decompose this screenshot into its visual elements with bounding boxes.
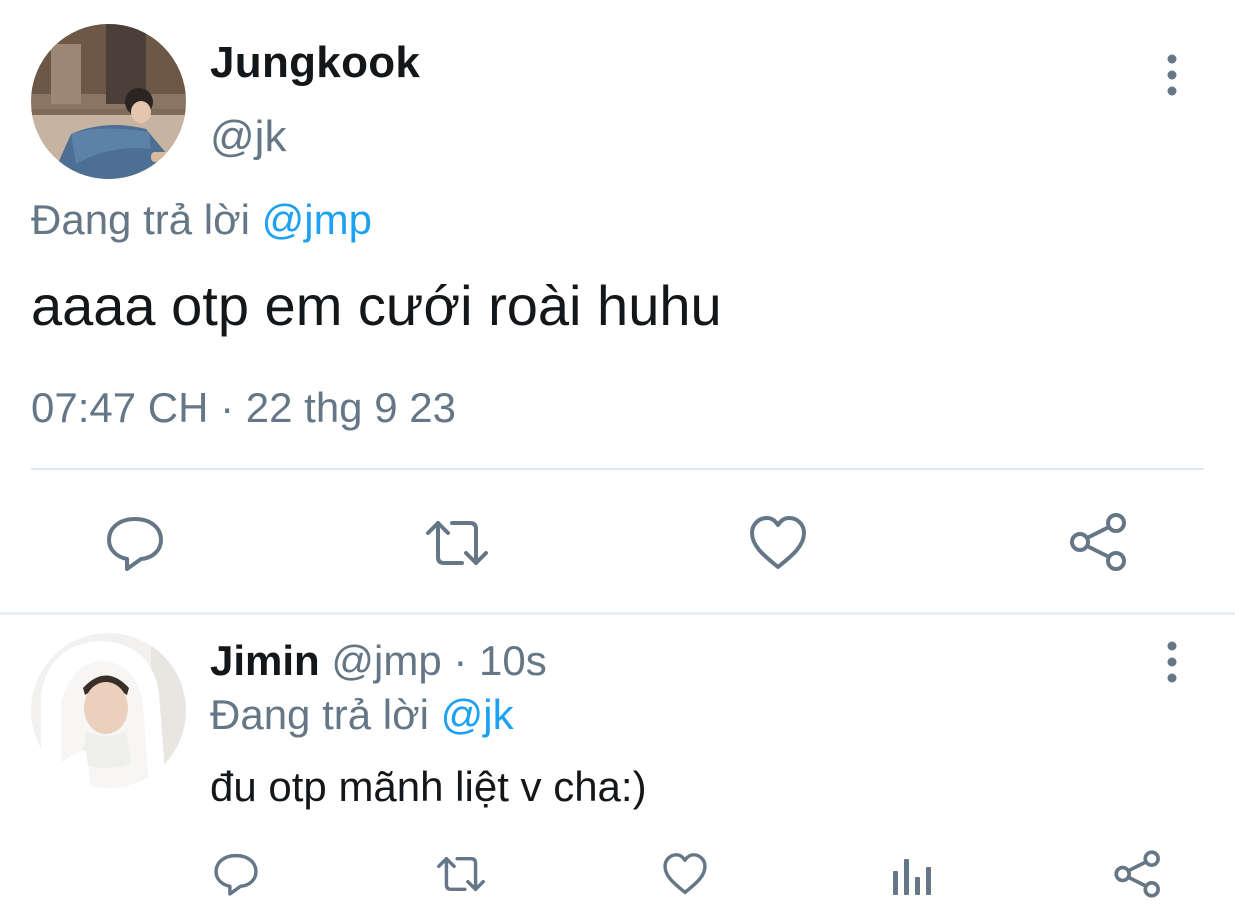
stats-icon[interactable] xyxy=(890,853,934,897)
author-display-name[interactable]: Jimin xyxy=(210,637,320,684)
replying-to-label: Đang trả lời xyxy=(210,691,441,738)
replying-to-line: Đang trả lời @jmp xyxy=(31,196,372,244)
reply-tweet: Jimin @jmp · 10s Đang trả lời @jk đu otp… xyxy=(0,615,1235,924)
reply-icon[interactable] xyxy=(213,851,259,897)
share-icon[interactable] xyxy=(1068,511,1130,573)
more-options-icon[interactable] xyxy=(1160,52,1184,98)
reply-header: Jimin @jmp · 10s xyxy=(210,637,547,685)
share-icon[interactable] xyxy=(1113,849,1163,899)
divider xyxy=(31,468,1204,470)
replying-to-mention[interactable]: @jmp xyxy=(262,196,372,243)
retweet-icon[interactable] xyxy=(434,851,488,897)
meta-separator: · xyxy=(441,637,480,684)
tweet-time: 07:47 CH xyxy=(31,384,209,431)
tweet-thread-view: Jungkook @jk Đang trả lời @jmp aaaa otp … xyxy=(0,0,1235,924)
tweet-text: đu otp mãnh liệt v cha:) xyxy=(210,763,647,810)
tweet-text: aaaa otp em cưới roài huhu xyxy=(31,274,722,337)
replying-to-label: Đang trả lời xyxy=(31,196,262,243)
more-options-icon[interactable] xyxy=(1160,639,1184,685)
replying-to-line: Đang trả lời @jk xyxy=(210,691,514,739)
tweet-age: 10s xyxy=(479,637,547,684)
tweet-date: 22 thg 9 23 xyxy=(245,384,456,431)
author-handle[interactable]: @jk xyxy=(210,112,286,162)
author-display-name[interactable]: Jungkook xyxy=(210,38,420,88)
meta-separator: · xyxy=(208,384,246,431)
like-icon[interactable] xyxy=(662,851,708,897)
header-gap xyxy=(320,637,332,684)
tweet-timestamp: 07:47 CH · 22 thg 9 23 xyxy=(31,384,456,432)
avatar-photo xyxy=(31,24,186,179)
avatar-jimin[interactable] xyxy=(31,633,186,788)
like-icon[interactable] xyxy=(748,513,808,573)
main-tweet: Jungkook @jk Đang trả lời @jmp aaaa otp … xyxy=(0,0,1235,614)
retweet-icon[interactable] xyxy=(424,513,490,573)
avatar-photo xyxy=(31,633,186,788)
author-handle[interactable]: @jmp xyxy=(331,637,441,684)
reply-icon[interactable] xyxy=(105,513,165,573)
replying-to-mention[interactable]: @jk xyxy=(441,691,514,738)
avatar-jungkook[interactable] xyxy=(31,24,186,179)
